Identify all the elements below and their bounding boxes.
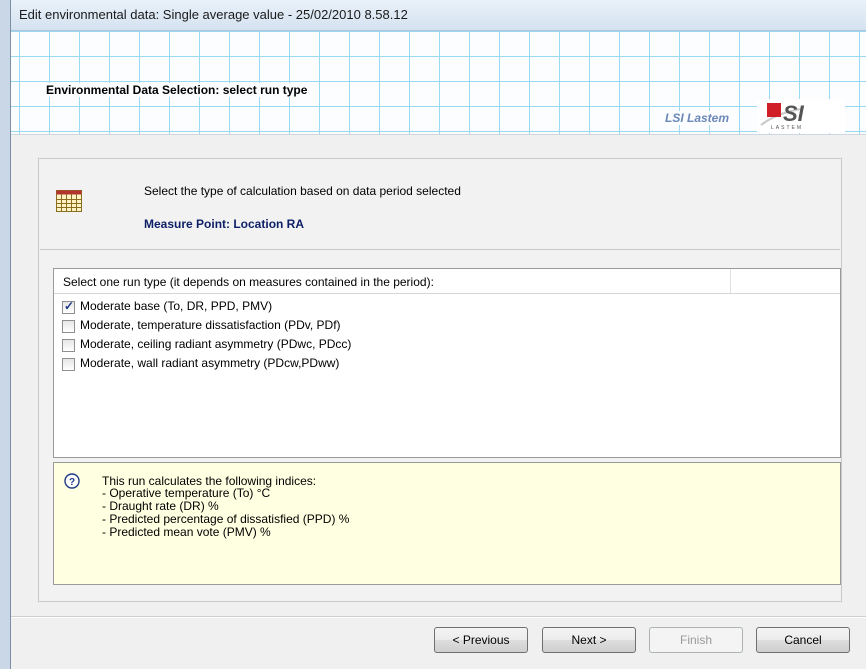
- cancel-button[interactable]: Cancel: [756, 627, 850, 653]
- wizard-header: Environmental Data Selection: select run…: [11, 31, 866, 135]
- previous-button[interactable]: < Previous: [434, 627, 528, 653]
- index-item: - Predicted mean vote (PMV) %: [102, 525, 271, 539]
- question-icon: ?: [64, 473, 80, 489]
- column-divider: [730, 269, 731, 293]
- instruction-text: Select the type of calculation based on …: [144, 184, 461, 198]
- indices-list: - Operative temperature (To) °C - Draugh…: [102, 487, 349, 539]
- option-label: Moderate, ceiling radiant asymmetry (PDw…: [80, 337, 352, 351]
- wizard-window: Edit environmental data: Single average …: [10, 0, 866, 669]
- option-label: Moderate base (To, DR, PPD, PMV): [80, 299, 273, 313]
- checkbox-temperature-dissatisfaction[interactable]: [62, 320, 75, 333]
- svg-text:LASTEM: LASTEM: [771, 125, 803, 131]
- option-label: Moderate, wall radiant asymmetry (PDcw,P…: [80, 356, 340, 370]
- svg-text:?: ?: [69, 477, 75, 488]
- option-label: Moderate, temperature dissatisfaction (P…: [80, 318, 341, 332]
- checkbox-wall-radiant[interactable]: [62, 358, 75, 371]
- checkbox-base[interactable]: [62, 299, 75, 314]
- list-header: Select one run type (it depends on measu…: [54, 269, 840, 294]
- svg-text:SI: SI: [783, 101, 805, 126]
- divider: [40, 249, 840, 250]
- calendar-grid-icon: [56, 190, 82, 212]
- measure-point-label: Measure Point: Location RA: [144, 217, 305, 231]
- list-header-label: Select one run type (it depends on measu…: [63, 275, 434, 289]
- title-bar: Edit environmental data: Single average …: [11, 0, 866, 31]
- brand-label: LSI Lastem: [663, 111, 732, 125]
- run-type-list[interactable]: Select one run type (it depends on measu…: [53, 268, 841, 458]
- checkbox-ceiling-radiant[interactable]: [62, 339, 75, 352]
- finish-button[interactable]: Finish: [649, 627, 743, 653]
- page-title: Environmental Data Selection: select run…: [44, 83, 310, 97]
- next-button[interactable]: Next >: [542, 627, 636, 653]
- info-panel: ? This run calculates the following indi…: [53, 462, 841, 585]
- content-panel: Select the type of calculation based on …: [38, 158, 842, 602]
- window-title: Edit environmental data: Single average …: [19, 7, 408, 22]
- footer-divider-highlight: [11, 617, 866, 618]
- lsi-lastem-logo: SI LASTEM: [757, 99, 845, 133]
